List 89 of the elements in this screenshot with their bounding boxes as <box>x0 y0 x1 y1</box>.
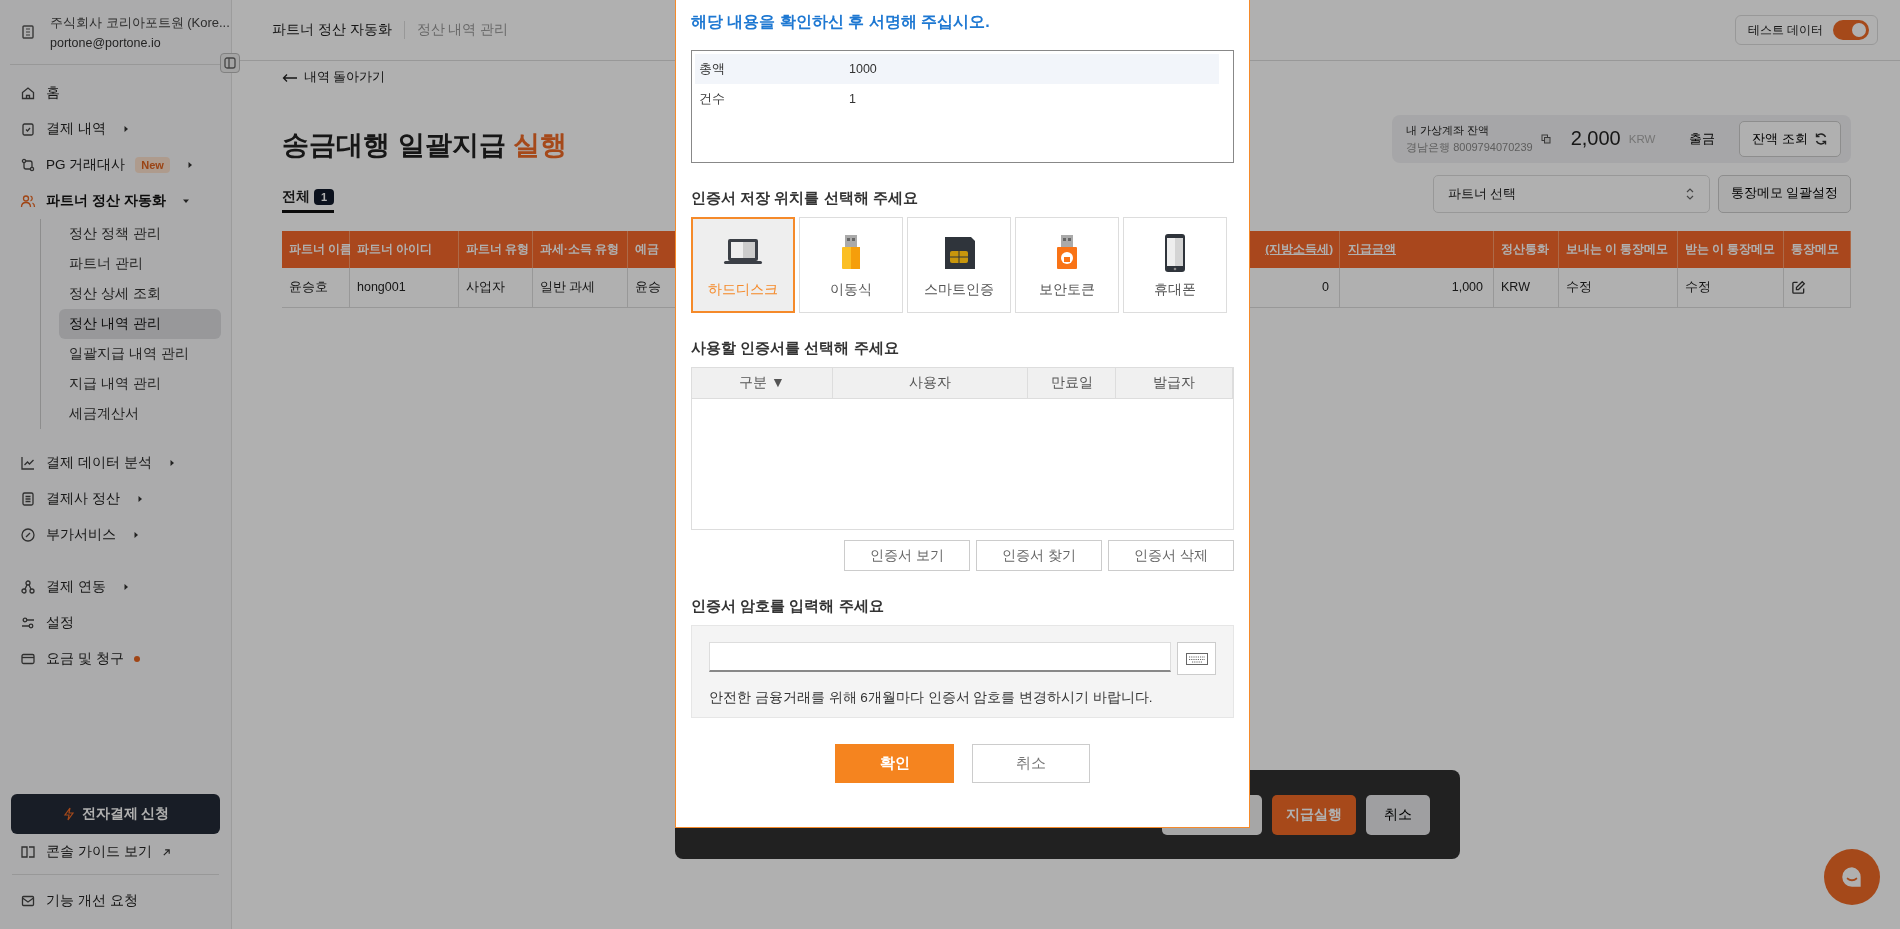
sidebar-item[interactable]: 요금 및 청구 <box>10 641 221 677</box>
external-link-icon <box>161 847 171 857</box>
cancel-button[interactable]: 취소 <box>1366 794 1430 835</box>
column-header[interactable]: 만료일 <box>1028 368 1116 398</box>
column-header: 지급금액 <box>1340 230 1494 268</box>
table-cell: 1,000 <box>1340 267 1494 308</box>
feedback-link-label[interactable]: 기능 개선 요청 <box>46 892 138 910</box>
book-icon <box>20 844 36 860</box>
sidebar-item[interactable]: 파트너 정산 자동화 <box>10 183 221 219</box>
sidebar-subitem[interactable]: 정산 정책 관리 <box>59 219 221 249</box>
building-icon <box>20 24 36 40</box>
password-field[interactable] <box>709 642 1171 672</box>
sidebar-subitem[interactable]: 정산 내역 관리 <box>59 309 221 339</box>
balance-refresh-button[interactable]: 잔액 조회 <box>1739 120 1841 157</box>
apply-button[interactable]: 전자결제 신청 <box>11 794 220 834</box>
test-data-toggle[interactable]: 테스트 데이터 <box>1734 15 1878 45</box>
cancel-button[interactable]: 취소 <box>972 744 1090 783</box>
sidebar-item[interactable]: 결제 내역 <box>10 111 221 147</box>
balance-label: 내 가상계좌 잔액 <box>1406 122 1491 138</box>
storage-option[interactable]: 보안토큰 <box>1015 217 1119 313</box>
memo-bulk-button[interactable]: 통장메모 일괄설정 <box>1717 174 1851 213</box>
sidebar-item[interactable]: 결제사 정산 <box>10 481 221 517</box>
keyboard-icon <box>1185 652 1208 665</box>
company-name: 주식회사 코리아포트원 (Kore... <box>50 14 230 32</box>
mail-icon <box>20 893 36 909</box>
summary-row: 총액 1000 <box>695 54 1219 84</box>
sidebar-subitem[interactable]: 파트너 관리 <box>59 249 221 279</box>
lightning-icon <box>61 807 76 821</box>
table-cell: hong001 <box>350 267 459 308</box>
sidebar-item[interactable]: 설정 <box>10 605 221 641</box>
account-number: 경남은행 8009794070239 <box>1406 139 1533 155</box>
column-header: 보내는 이 통장메모 <box>1559 230 1678 268</box>
column-header: 파트너 이름 <box>282 230 350 268</box>
chat-button[interactable] <box>1824 849 1880 905</box>
page-title: 송금대행 일괄지급 실행 <box>282 128 567 162</box>
refresh-icon <box>1814 131 1828 146</box>
count-badge: 1 <box>314 188 335 205</box>
sidebar-item[interactable]: 부가서비스 <box>10 517 221 553</box>
column-header: 통장메모 <box>1784 230 1851 268</box>
toggle-switch[interactable] <box>1833 20 1869 40</box>
copy-icon[interactable] <box>1540 133 1551 144</box>
sidebar-subitem[interactable]: 세금계산서 <box>59 399 221 429</box>
sidebar-subitem[interactable]: 정산 상세 조회 <box>59 279 221 309</box>
table-cell: 윤승호 <box>282 267 350 308</box>
partner-select[interactable]: 파트너 선택 <box>1432 174 1710 213</box>
column-header[interactable]: 구분 ▼ <box>692 368 833 398</box>
column-header[interactable]: 사용자 <box>833 368 1028 398</box>
section-heading: 사용할 인증서를 선택해 주세요 <box>691 339 900 358</box>
collapse-sidebar-button[interactable] <box>220 53 240 73</box>
sidebar-subitem[interactable]: 지급 내역 관리 <box>59 369 221 399</box>
guide-link-label[interactable]: 콘솔 가이드 보기 <box>46 843 152 861</box>
back-link[interactable]: 내역 돌아가기 <box>282 69 386 86</box>
section-heading: 인증서 암호를 입력해 주세요 <box>691 597 885 616</box>
column-header: 파트너 아이디 <box>350 230 459 268</box>
table-cell: KRW <box>1494 267 1559 308</box>
sidebar-subitem[interactable]: 일괄지급 내역 관리 <box>59 339 221 369</box>
sidebar-item[interactable]: 홈 <box>10 75 221 111</box>
password-note: 안전한 금융거래를 위해 6개월마다 인증서 암호를 변경하시기 바랍니다. <box>709 689 1154 707</box>
edit-icon[interactable] <box>1791 279 1806 295</box>
table-cell: 사업자 <box>459 267 533 308</box>
tab[interactable]: 전체 1 <box>282 187 335 213</box>
arrow-left-icon <box>282 72 298 83</box>
sidebar-item[interactable]: 결제 연동 <box>10 569 221 605</box>
sidebar-item[interactable]: PG 거래대사 New <box>10 147 221 183</box>
certificate-action-button[interactable]: 인증서 삭제 <box>1108 540 1234 571</box>
table-cell: 일반 과세 <box>533 267 628 308</box>
table-cell: 수정 <box>1559 267 1678 308</box>
column-header[interactable]: 발급자 <box>1116 368 1233 398</box>
summary-row-text: 건수 1 <box>698 90 857 108</box>
withdraw-button[interactable]: 출금 <box>1683 128 1722 149</box>
balance-amount: 2,000 <box>1570 127 1621 150</box>
storage-option[interactable]: 휴대폰 <box>1123 217 1227 313</box>
dialog-title: 해당 내용을 확인하신 후 서명해 주십시오. <box>691 12 991 32</box>
storage-option[interactable]: 스마트인증 <box>907 217 1011 313</box>
column-header: 받는 이 통장메모 <box>1678 230 1784 268</box>
certificate-action-button[interactable]: 인증서 찾기 <box>976 540 1102 571</box>
section-heading: 인증서 저장 위치를 선택해 주세요 <box>691 189 919 208</box>
updown-chevron-icon <box>1684 186 1695 201</box>
table-cell: 수정 <box>1678 267 1784 308</box>
sidebar-item[interactable]: 결제 데이터 분석 <box>10 445 221 481</box>
certificate-action-button[interactable]: 인증서 보기 <box>844 540 970 571</box>
virtual-keyboard-button[interactable] <box>1177 642 1216 675</box>
account-email: portone@portone.io <box>50 36 162 50</box>
new-badge: New <box>135 157 170 173</box>
column-header: 파트너 유형 <box>459 230 533 268</box>
column-header: 과세·소득 유형 <box>533 230 628 268</box>
column-header: 정산통화 <box>1494 230 1559 268</box>
storage-option[interactable]: 이동식 <box>799 217 903 313</box>
breadcrumb-item[interactable]: 파트너 정산 자동화 <box>272 21 392 39</box>
